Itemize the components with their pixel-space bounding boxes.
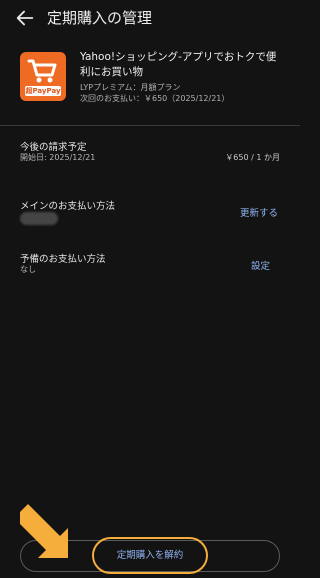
backup-payment-label: 予備のお支払い方法	[20, 254, 106, 265]
masked-card-info	[20, 212, 58, 225]
backup-payment-value: なし	[20, 265, 36, 274]
billing-label: 今後の請求予定	[20, 142, 87, 153]
divider	[0, 125, 300, 126]
cancel-subscription-label: 定期購入を解約	[116, 550, 184, 561]
main-payment-label: メインのお支払い方法	[20, 201, 116, 212]
next-payment: 次回のお支払い：￥650（2025/12/21）	[80, 94, 230, 103]
set-backup-payment-button[interactable]: 設定	[251, 258, 270, 272]
billing-price: ￥650 / 1 か月	[225, 153, 280, 162]
product-summary: 超PayPay Yahoo!ショッピング-アプリでおトクで便利にお買い物 LYP…	[0, 50, 300, 112]
top-app-bar: 定期購入の管理	[0, 0, 300, 36]
update-payment-button[interactable]: 更新する	[240, 205, 278, 219]
plan-name: LYPプレミアム：月額プラン	[80, 83, 181, 92]
shopping-cart-app-icon: 超PayPay	[20, 52, 66, 101]
page-title: 定期購入の管理	[47, 9, 153, 27]
cart-icon	[27, 59, 57, 83]
cancel-subscription-button[interactable]: 定期購入を解約	[20, 540, 280, 572]
icon-badge: 超PayPay	[25, 86, 61, 96]
back-arrow-icon[interactable]	[14, 7, 36, 29]
app-name: Yahoo!ショッピング-アプリでおトクで便利にお買い物	[80, 51, 277, 78]
billing-start-date: 開始日: 2025/12/21	[20, 153, 96, 162]
